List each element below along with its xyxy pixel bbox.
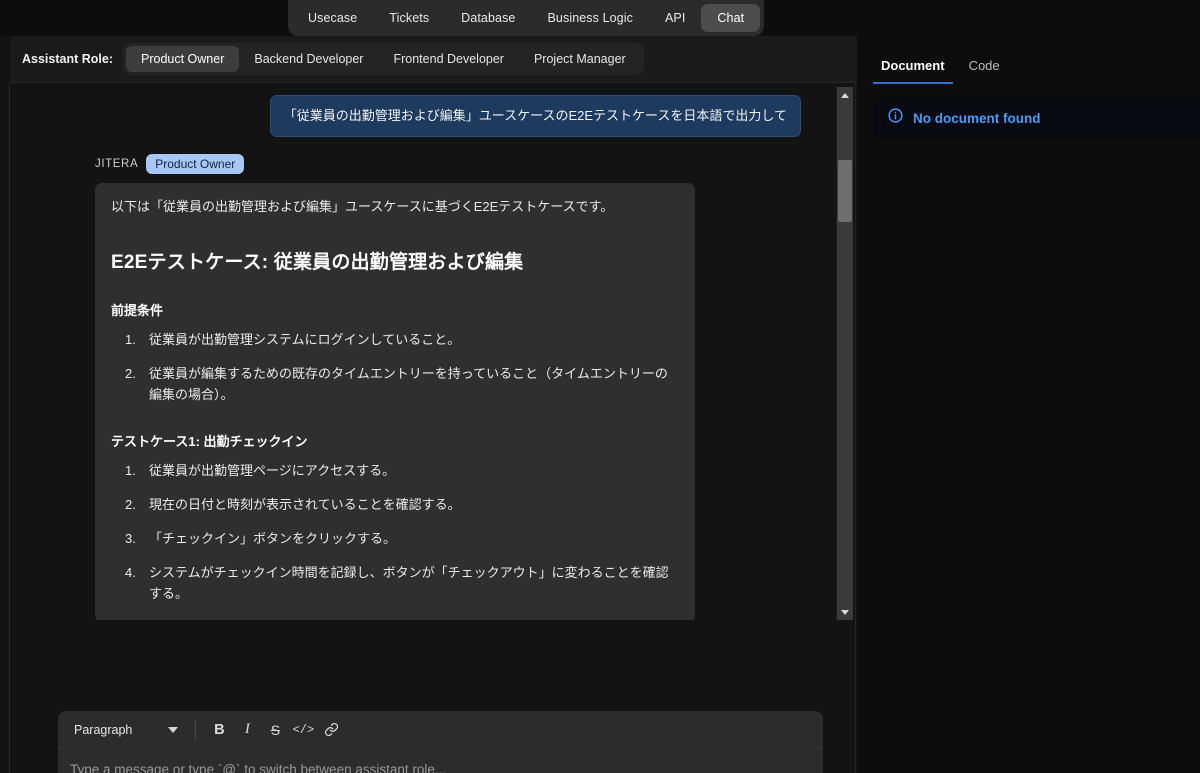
link-button[interactable]: [317, 717, 345, 743]
message-input[interactable]: Type a message or type `@` to switch bet…: [58, 749, 823, 773]
tab-database[interactable]: Database: [445, 4, 531, 32]
list-item: 従業員が出勤管理ページにアクセスする。: [125, 460, 396, 481]
assistant-message-row: JITERA Product Owner 以下は「従業員の出勤管理および編集」ユ…: [10, 153, 846, 620]
formatting-toolbar: Paragraph B I S </>: [58, 711, 823, 749]
assistant-intro-text: 以下は「従業員の出勤管理および編集」ユースケースに基づくE2Eテストケースです。: [111, 198, 614, 214]
app-root: Usecase Tickets Database Business Logic …: [0, 0, 1200, 773]
tab-usecase[interactable]: Usecase: [292, 4, 373, 32]
tab-api[interactable]: API: [649, 4, 701, 32]
list-item: 従業員が編集するための既存のタイムエントリーを持っていること（タイムエントリーの…: [125, 363, 668, 402]
user-message-bubble: 「従業員の出勤管理および編集」ユースケースのE2Eテストケースを日本語で出力して: [269, 95, 801, 137]
list-item: システムがチェックイン時間を記録し、ボタンが「チェックアウト」に変わることを確認…: [125, 562, 669, 601]
scrollbar-track[interactable]: [836, 103, 853, 604]
tab-business-logic[interactable]: Business Logic: [531, 4, 648, 32]
assistant-role-label: Assistant Role:: [22, 52, 113, 66]
tab-code[interactable]: Code: [961, 58, 1008, 84]
tab-document[interactable]: Document: [873, 58, 953, 84]
chat-pane: 「従業員の出勤管理および編集」ユースケースのE2Eテストケースを日本語で出力して…: [10, 83, 856, 773]
code-button[interactable]: </>: [289, 717, 317, 743]
document-pane: Document Code No document found: [857, 36, 1200, 773]
list-item: 現在の日付と時刻が表示されていることを確認する。: [125, 494, 461, 515]
scroll-down-button[interactable]: [836, 604, 853, 620]
role-tab-backend-developer[interactable]: Backend Developer: [239, 46, 378, 72]
tab-tickets[interactable]: Tickets: [373, 4, 445, 32]
info-icon: [887, 107, 904, 129]
block-format-value: Paragraph: [74, 722, 133, 737]
chevron-up-icon: [840, 92, 849, 98]
chevron-down-icon: [840, 609, 849, 615]
prerequisites-list: 従業員が出勤管理システムにログインしていること。 従業員が編集するための既存のタ…: [111, 329, 679, 405]
list-item: 従業員が出勤管理システムにログインしていること。: [125, 329, 461, 350]
document-pane-tabs: Document Code: [857, 36, 1200, 84]
assistant-header: JITERA Product Owner: [95, 153, 846, 174]
top-tab-bar-inner: Usecase Tickets Database Business Logic …: [288, 0, 765, 36]
block-format-select[interactable]: Paragraph: [66, 717, 186, 743]
assistant-heading: E2Eテストケース: 従業員の出勤管理および編集: [111, 251, 524, 273]
assistant-message-bubble: 以下は「従業員の出勤管理および編集」ユースケースに基づくE2Eテストケースです。…: [95, 182, 695, 620]
strikethrough-button[interactable]: S: [261, 717, 289, 743]
message-composer: Paragraph B I S </> Type a message or ty…: [58, 711, 823, 773]
no-document-alert-text: No document found: [913, 110, 1041, 126]
brand-label: JITERA: [95, 157, 139, 170]
scrollbar-thumb[interactable]: [837, 160, 852, 222]
assistant-role-tabs: Product Owner Backend Developer Frontend…: [123, 43, 644, 75]
role-tab-project-manager[interactable]: Project Manager: [519, 46, 641, 72]
prerequisites-heading: 前提条件: [111, 302, 164, 318]
chat-vertical-scrollbar[interactable]: [836, 87, 853, 620]
role-tab-frontend-developer[interactable]: Frontend Developer: [378, 46, 518, 72]
assistant-role-badge: Product Owner: [146, 153, 245, 174]
testcase1-list: 従業員が出勤管理ページにアクセスする。 現在の日付と時刻が表示されていることを確…: [111, 460, 679, 604]
user-message-row: 「従業員の出勤管理および編集」ユースケースのE2Eテストケースを日本語で出力して: [10, 95, 846, 137]
no-document-alert: No document found: [873, 98, 1200, 138]
scroll-up-button[interactable]: [836, 87, 853, 103]
role-tab-product-owner[interactable]: Product Owner: [126, 46, 240, 72]
chat-message-list: 「従業員の出勤管理および編集」ユースケースのE2Eテストケースを日本語で出力して…: [10, 83, 846, 620]
top-tab-bar: Usecase Tickets Database Business Logic …: [0, 0, 1200, 36]
italic-button[interactable]: I: [233, 717, 261, 743]
chat-scroll-area[interactable]: 「従業員の出勤管理および編集」ユースケースのE2Eテストケースを日本語で出力して…: [10, 83, 856, 620]
list-item: 「チェックイン」ボタンをクリックする。: [125, 528, 397, 549]
testcase1-heading: テストケース1: 出勤チェックイン: [111, 433, 308, 449]
bold-button[interactable]: B: [205, 717, 233, 743]
toolbar-divider: [195, 719, 197, 740]
tab-chat[interactable]: Chat: [701, 4, 761, 32]
chevron-down-icon: [168, 726, 179, 733]
